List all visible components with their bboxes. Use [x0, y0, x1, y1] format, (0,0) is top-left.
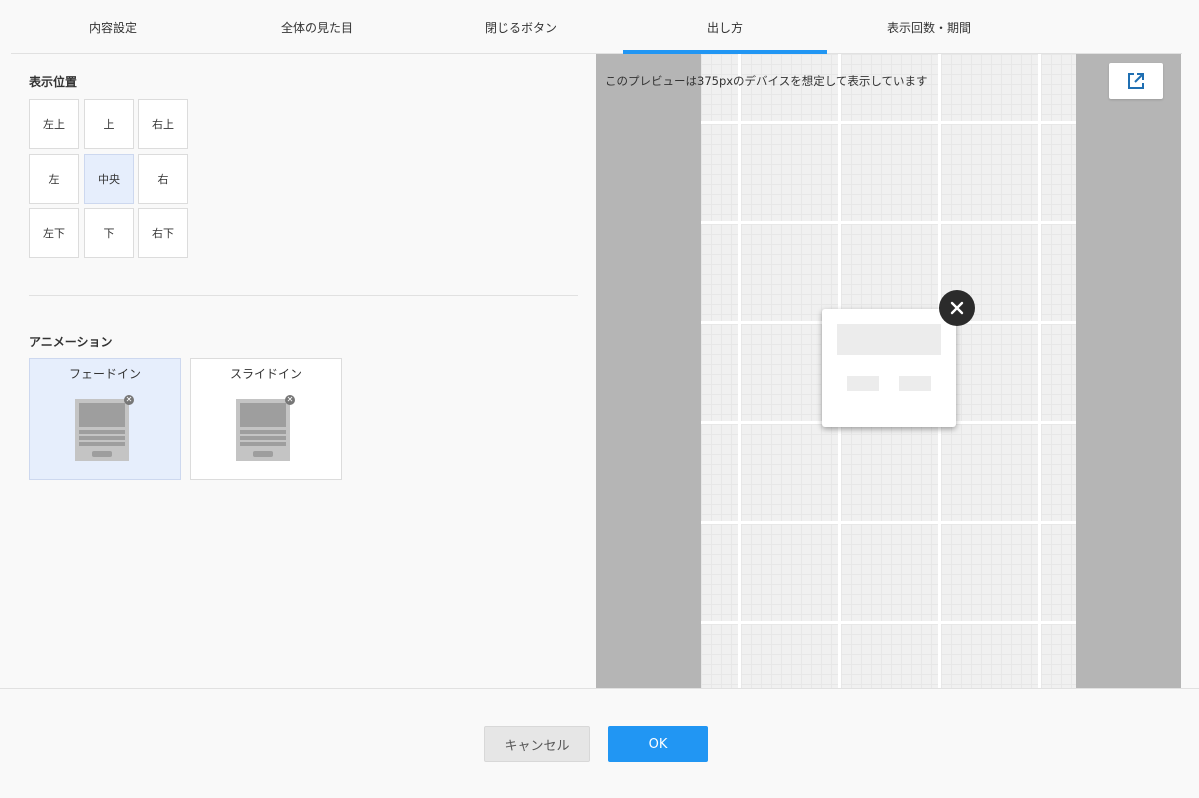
- position-center[interactable]: 中央: [84, 154, 134, 204]
- animation-section-title: アニメーション: [29, 335, 113, 349]
- animation-option-label: フェードイン: [68, 367, 141, 381]
- tab-display-count-period[interactable]: 表示回数・期間: [827, 0, 1031, 54]
- popup-placeholder-bar: [837, 324, 941, 355]
- position-top-left[interactable]: 左上: [29, 99, 79, 149]
- tab-label: 閉じるボタン: [484, 20, 557, 35]
- position-right[interactable]: 右: [138, 154, 188, 204]
- section-divider: [29, 295, 578, 296]
- tab-overall-appearance[interactable]: 全体の見た目: [215, 0, 419, 54]
- preview-note: このプレビューは375pxのデバイスを想定して表示しています: [605, 74, 928, 88]
- popup-close-button[interactable]: [939, 290, 975, 326]
- position-top[interactable]: 上: [84, 99, 134, 149]
- tab-label: 全体の見た目: [280, 20, 353, 35]
- preview-popup: [822, 309, 956, 427]
- position-top-right[interactable]: 右上: [138, 99, 188, 149]
- animation-option-fade-in[interactable]: フェードイン ✕: [29, 358, 181, 480]
- tab-label: 出し方: [706, 20, 743, 35]
- external-link-icon: [1128, 73, 1144, 89]
- position-bottom-left[interactable]: 左下: [29, 208, 79, 258]
- tab-label: 内容設定: [88, 20, 137, 35]
- popup-placeholder-button: [847, 376, 879, 391]
- close-icon: ✕: [124, 395, 134, 405]
- position-bottom[interactable]: 下: [84, 208, 134, 258]
- popup-placeholder-button: [899, 376, 931, 391]
- slide-in-thumbnail: [236, 399, 290, 461]
- cancel-button[interactable]: キャンセル: [484, 726, 590, 762]
- position-grid: 左上 上 右上 左 中央 右 左下 下 右下: [29, 99, 189, 259]
- position-left[interactable]: 左: [29, 154, 79, 204]
- ok-button[interactable]: OK: [608, 726, 708, 762]
- fade-in-thumbnail: [75, 399, 129, 461]
- popup-settings-dialog: 内容設定 全体の見た目 閉じるボタン 出し方 表示回数・期間 表示位置 左上 上…: [0, 0, 1199, 798]
- open-preview-button[interactable]: [1109, 63, 1163, 99]
- tab-label: 表示回数・期間: [886, 20, 971, 35]
- animation-option-label: スライドイン: [229, 367, 302, 381]
- position-section-title: 表示位置: [29, 75, 78, 89]
- preview-area: このプレビューは375pxのデバイスを想定して表示しています: [596, 54, 1181, 688]
- position-bottom-right[interactable]: 右下: [138, 208, 188, 258]
- tab-close-button[interactable]: 閉じるボタン: [419, 0, 623, 54]
- close-icon: [950, 301, 964, 315]
- dialog-footer: キャンセル OK: [0, 688, 1199, 798]
- animation-option-slide-in[interactable]: スライドイン ✕: [190, 358, 342, 480]
- tab-display-method[interactable]: 出し方: [623, 0, 827, 55]
- tab-bar: 内容設定 全体の見た目 閉じるボタン 出し方 表示回数・期間: [11, 0, 1182, 55]
- tab-content-settings[interactable]: 内容設定: [11, 0, 215, 54]
- close-icon: ✕: [285, 395, 295, 405]
